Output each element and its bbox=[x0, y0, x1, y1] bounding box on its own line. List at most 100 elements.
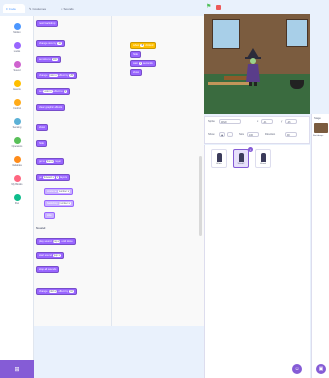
block-text: clear graphic effects bbox=[39, 106, 63, 109]
block-input[interactable]: 10 bbox=[69, 290, 74, 293]
block-input[interactable]: front ▾ bbox=[45, 160, 55, 163]
block-text: effect to bbox=[53, 90, 63, 93]
block-text: clicked bbox=[145, 44, 154, 47]
block-text: play sound bbox=[39, 240, 52, 243]
category-dot-icon bbox=[13, 175, 21, 182]
tab-costumes-label: Costumes bbox=[32, 6, 47, 11]
script-block[interactable]: wait 1 seconds bbox=[130, 60, 156, 67]
block-input[interactable]: number ▾ bbox=[58, 202, 71, 205]
category-dot-icon bbox=[13, 23, 21, 30]
code-icon: ≡ bbox=[6, 6, 8, 11]
block-text: show bbox=[39, 126, 46, 129]
y-field[interactable]: -26 bbox=[285, 119, 297, 124]
backdrops-label: Backdrops bbox=[313, 135, 324, 137]
palette-block[interactable]: next backdrop bbox=[36, 20, 59, 27]
palette-block[interactable]: go forward ▾ 1 layers bbox=[36, 174, 70, 181]
category-label: My Blocks bbox=[11, 183, 23, 186]
block-input[interactable]: 25 bbox=[69, 74, 74, 77]
block-text: change bbox=[39, 290, 48, 293]
block-input[interactable]: pop ▾ bbox=[52, 240, 61, 243]
show-visible-toggle[interactable]: ◉ bbox=[219, 132, 225, 137]
block-text: layers bbox=[60, 176, 67, 179]
block-text: wait bbox=[133, 62, 138, 65]
sprite-info-panel: Sprite Witch x -41 y -26 Show ◉ ◌ Size 1… bbox=[204, 116, 310, 144]
script-block[interactable]: when ⚑ clicked bbox=[130, 42, 157, 49]
palette-block[interactable]: costume number ▾ bbox=[44, 188, 73, 195]
tab-sounds[interactable]: ♪ Sounds bbox=[58, 4, 86, 13]
palette-block[interactable]: play sound pop ▾ until done bbox=[36, 238, 76, 245]
y-label: y bbox=[281, 120, 283, 123]
stage-panel-label: Stage bbox=[314, 117, 321, 120]
direction-label: Direction bbox=[265, 133, 276, 136]
palette-block[interactable]: backdrop number ▾ bbox=[44, 200, 74, 207]
palette-block[interactable]: size bbox=[44, 212, 55, 219]
block-input[interactable]: 10 bbox=[57, 42, 62, 45]
block-text: go to bbox=[39, 160, 45, 163]
palette-block[interactable]: stop all sounds bbox=[36, 266, 60, 273]
palette-block[interactable]: show bbox=[36, 124, 49, 131]
palette-block[interactable]: set color ▾ effect to 0 bbox=[36, 88, 71, 95]
block-palette: Sound next backdrop change size by 10 set s… bbox=[34, 16, 112, 326]
stage-target-panel[interactable]: Stage Backdrops bbox=[311, 114, 329, 378]
sprite-thumbnail[interactable]: Witch bbox=[211, 149, 227, 168]
palette-block[interactable]: set size to 100 bbox=[36, 56, 61, 63]
block-text: show bbox=[133, 71, 140, 74]
sprite-thumbnail[interactable]: Witch2 bbox=[233, 149, 249, 168]
green-flag-icon: ⚑ bbox=[140, 44, 145, 47]
block-input[interactable]: color ▾ bbox=[48, 74, 58, 77]
block-input[interactable]: pitch ▾ bbox=[48, 290, 58, 293]
choose-sprite-button[interactable]: ☺ bbox=[292, 364, 302, 374]
block-input[interactable]: 1 bbox=[55, 176, 60, 179]
x-field[interactable]: -41 bbox=[261, 119, 273, 124]
block-input[interactable]: 100 bbox=[51, 58, 58, 61]
palette-block[interactable]: change size by 10 bbox=[36, 40, 65, 47]
sprite-figure-icon bbox=[238, 153, 244, 162]
block-text: change size by bbox=[39, 42, 57, 45]
size-field[interactable]: 100 bbox=[247, 132, 259, 137]
block-text: effect by bbox=[58, 290, 69, 293]
tab-sounds-label: Sounds bbox=[63, 6, 74, 11]
sprite-name-field[interactable]: Witch bbox=[219, 119, 241, 124]
script-block[interactable]: hide bbox=[130, 51, 141, 58]
witch-sprite[interactable] bbox=[244, 48, 262, 86]
block-text: start sound bbox=[39, 254, 52, 257]
category-label: Sensing bbox=[12, 126, 22, 129]
block-input[interactable]: pop ▾ bbox=[52, 254, 61, 257]
block-input[interactable]: 1 bbox=[138, 62, 142, 65]
stop-button[interactable] bbox=[216, 5, 221, 10]
add-extension-button[interactable]: ⊞ bbox=[0, 360, 34, 378]
palette-block[interactable]: start sound pop ▾ bbox=[36, 252, 64, 259]
green-flag-button[interactable]: ⚑ bbox=[206, 4, 212, 10]
direction-field[interactable]: 90 bbox=[285, 132, 297, 137]
block-input[interactable]: 0 bbox=[63, 90, 68, 93]
delete-sprite-badge[interactable]: × bbox=[248, 147, 253, 152]
tab-costumes[interactable]: ✎ Costumes bbox=[26, 4, 56, 13]
category-pen[interactable]: Pen bbox=[0, 191, 34, 213]
choose-backdrop-button[interactable]: ▣ bbox=[316, 364, 326, 374]
script-workspace[interactable]: + − = when⚑ clickedhidewait1 secondsshow bbox=[112, 16, 306, 378]
block-input[interactable]: number ▾ bbox=[57, 190, 70, 193]
palette-block[interactable]: hide bbox=[36, 140, 47, 147]
show-hidden-toggle[interactable]: ◌ bbox=[227, 132, 233, 137]
stage-window-left bbox=[212, 19, 240, 49]
sprite-figure-icon bbox=[260, 153, 266, 162]
block-input[interactable]: color ▾ bbox=[43, 90, 53, 93]
block-text: next backdrop bbox=[39, 22, 56, 25]
palette-block[interactable]: go to front ▾ layer bbox=[36, 158, 65, 165]
extension-icon: ⊞ bbox=[14, 366, 20, 373]
palette-block[interactable]: change pitch ▾ effect by 10 bbox=[36, 288, 77, 295]
stage-canvas[interactable] bbox=[204, 14, 310, 114]
workspace-scrollbar[interactable] bbox=[199, 156, 202, 236]
sprite-thumbnail[interactable]: Wand bbox=[255, 149, 271, 168]
stage-thumbnail[interactable] bbox=[314, 123, 328, 133]
block-input[interactable]: forward ▾ bbox=[42, 176, 55, 179]
palette-block[interactable]: clear graphic effects bbox=[36, 104, 66, 111]
palette-block[interactable]: change color ▾ effect by 25 bbox=[36, 72, 77, 79]
palette-lower-area bbox=[34, 326, 204, 378]
show-label: Show bbox=[208, 133, 215, 136]
block-text: hide bbox=[133, 53, 138, 56]
speaker-icon: ♪ bbox=[61, 6, 63, 11]
script-block[interactable]: show bbox=[130, 69, 143, 76]
tab-code[interactable]: ≡ Code bbox=[3, 4, 25, 13]
block-text: change bbox=[39, 74, 48, 77]
